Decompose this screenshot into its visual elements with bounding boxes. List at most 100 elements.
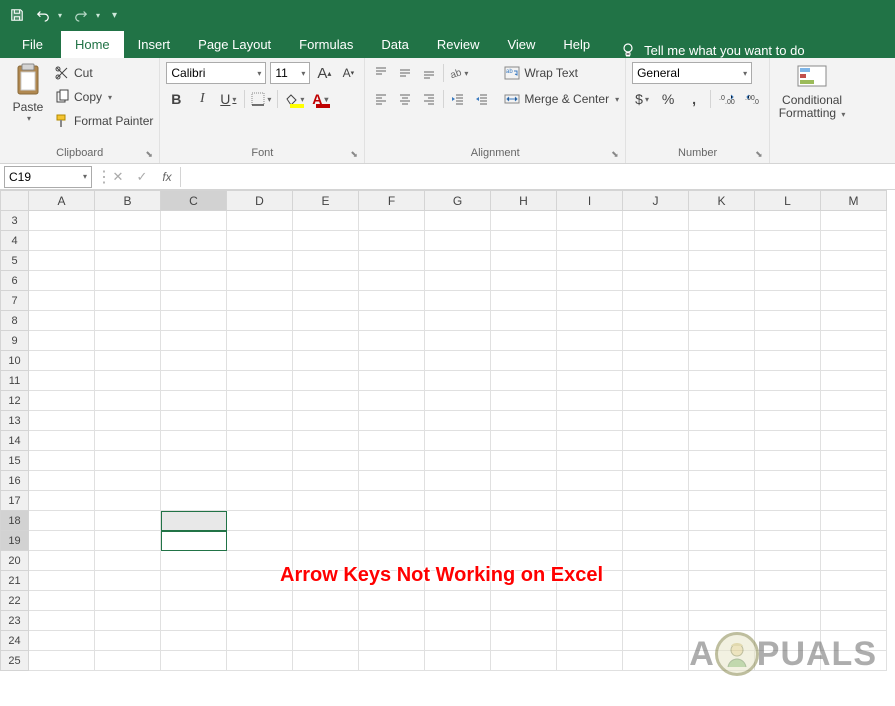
cell-I6[interactable] xyxy=(557,271,623,291)
redo-dropdown[interactable]: ▾ xyxy=(96,11,104,20)
format-painter-button[interactable]: Format Painter xyxy=(54,110,153,132)
cell-L11[interactable] xyxy=(755,371,821,391)
name-box[interactable]: C19 ▾ xyxy=(4,166,92,188)
cell-B22[interactable] xyxy=(95,591,161,611)
cell-D5[interactable] xyxy=(227,251,293,271)
cell-I5[interactable] xyxy=(557,251,623,271)
cell-E9[interactable] xyxy=(293,331,359,351)
cell-G12[interactable] xyxy=(425,391,491,411)
cell-M17[interactable] xyxy=(821,491,887,511)
cell-B17[interactable] xyxy=(95,491,161,511)
cell-L17[interactable] xyxy=(755,491,821,511)
cell-A15[interactable] xyxy=(29,451,95,471)
cell-K8[interactable] xyxy=(689,311,755,331)
number-format-dropdown[interactable]: General ▾ xyxy=(632,62,752,84)
cell-H3[interactable] xyxy=(491,211,557,231)
cell-J19[interactable] xyxy=(623,531,689,551)
cell-I11[interactable] xyxy=(557,371,623,391)
cell-K20[interactable] xyxy=(689,551,755,571)
cell-M13[interactable] xyxy=(821,411,887,431)
cell-L18[interactable] xyxy=(755,511,821,531)
row-header-20[interactable]: 20 xyxy=(1,551,29,571)
cell-G9[interactable] xyxy=(425,331,491,351)
tab-insert[interactable]: Insert xyxy=(124,31,185,58)
cell-A7[interactable] xyxy=(29,291,95,311)
cell-F5[interactable] xyxy=(359,251,425,271)
cell-K10[interactable] xyxy=(689,351,755,371)
cell-D8[interactable] xyxy=(227,311,293,331)
cell-B20[interactable] xyxy=(95,551,161,571)
cell-B7[interactable] xyxy=(95,291,161,311)
cell-F4[interactable] xyxy=(359,231,425,251)
cell-E16[interactable] xyxy=(293,471,359,491)
cell-G16[interactable] xyxy=(425,471,491,491)
cell-F16[interactable] xyxy=(359,471,425,491)
cell-K16[interactable] xyxy=(689,471,755,491)
cell-F24[interactable] xyxy=(359,631,425,651)
cell-L19[interactable] xyxy=(755,531,821,551)
cell-D19[interactable] xyxy=(227,531,293,551)
cell-G11[interactable] xyxy=(425,371,491,391)
row-header-21[interactable]: 21 xyxy=(1,571,29,591)
cell-H5[interactable] xyxy=(491,251,557,271)
cell-A14[interactable] xyxy=(29,431,95,451)
cut-button[interactable]: Cut xyxy=(54,62,153,84)
cell-J8[interactable] xyxy=(623,311,689,331)
cell-J4[interactable] xyxy=(623,231,689,251)
cell-F9[interactable] xyxy=(359,331,425,351)
increase-decimal-button[interactable]: .0.00 xyxy=(717,89,737,109)
cell-C15[interactable] xyxy=(161,451,227,471)
cell-E19[interactable] xyxy=(293,531,359,551)
cell-H13[interactable] xyxy=(491,411,557,431)
cell-C22[interactable] xyxy=(161,591,227,611)
cell-E13[interactable] xyxy=(293,411,359,431)
column-header-M[interactable]: M xyxy=(821,191,887,211)
align-top-button[interactable] xyxy=(371,63,391,83)
align-middle-button[interactable] xyxy=(395,63,415,83)
borders-button[interactable]: ▾ xyxy=(251,89,271,109)
cell-H10[interactable] xyxy=(491,351,557,371)
align-center-button[interactable] xyxy=(395,89,415,109)
worksheet-grid[interactable]: ABCDEFGHIJKLM345678910111213141516171819… xyxy=(0,190,895,706)
cell-H15[interactable] xyxy=(491,451,557,471)
cell-J12[interactable] xyxy=(623,391,689,411)
cell-G3[interactable] xyxy=(425,211,491,231)
merge-center-button[interactable]: Merge & Center ▾ xyxy=(504,88,619,110)
cell-H4[interactable] xyxy=(491,231,557,251)
cell-A25[interactable] xyxy=(29,651,95,671)
cell-J20[interactable] xyxy=(623,551,689,571)
cell-K17[interactable] xyxy=(689,491,755,511)
cell-H16[interactable] xyxy=(491,471,557,491)
tab-formulas[interactable]: Formulas xyxy=(285,31,367,58)
cell-A12[interactable] xyxy=(29,391,95,411)
cell-L5[interactable] xyxy=(755,251,821,271)
column-header-B[interactable]: B xyxy=(95,191,161,211)
cell-C17[interactable] xyxy=(161,491,227,511)
cell-I10[interactable] xyxy=(557,351,623,371)
cell-G24[interactable] xyxy=(425,631,491,651)
cell-B12[interactable] xyxy=(95,391,161,411)
cell-K4[interactable] xyxy=(689,231,755,251)
row-header-19[interactable]: 19 xyxy=(1,531,29,551)
cell-E10[interactable] xyxy=(293,351,359,371)
cell-K15[interactable] xyxy=(689,451,755,471)
cell-A9[interactable] xyxy=(29,331,95,351)
cell-C9[interactable] xyxy=(161,331,227,351)
percent-button[interactable]: % xyxy=(658,89,678,109)
cell-C13[interactable] xyxy=(161,411,227,431)
cell-J6[interactable] xyxy=(623,271,689,291)
cell-J3[interactable] xyxy=(623,211,689,231)
row-header-16[interactable]: 16 xyxy=(1,471,29,491)
paste-button[interactable]: Paste ▾ xyxy=(6,62,50,132)
cell-J17[interactable] xyxy=(623,491,689,511)
cell-M21[interactable] xyxy=(821,571,887,591)
cell-M16[interactable] xyxy=(821,471,887,491)
cell-L8[interactable] xyxy=(755,311,821,331)
cell-A23[interactable] xyxy=(29,611,95,631)
save-button[interactable] xyxy=(6,4,28,26)
cell-A19[interactable] xyxy=(29,531,95,551)
italic-button[interactable]: I xyxy=(192,89,212,109)
increase-font-button[interactable]: A▴ xyxy=(314,62,334,84)
cell-D3[interactable] xyxy=(227,211,293,231)
decrease-indent-button[interactable] xyxy=(448,89,468,109)
